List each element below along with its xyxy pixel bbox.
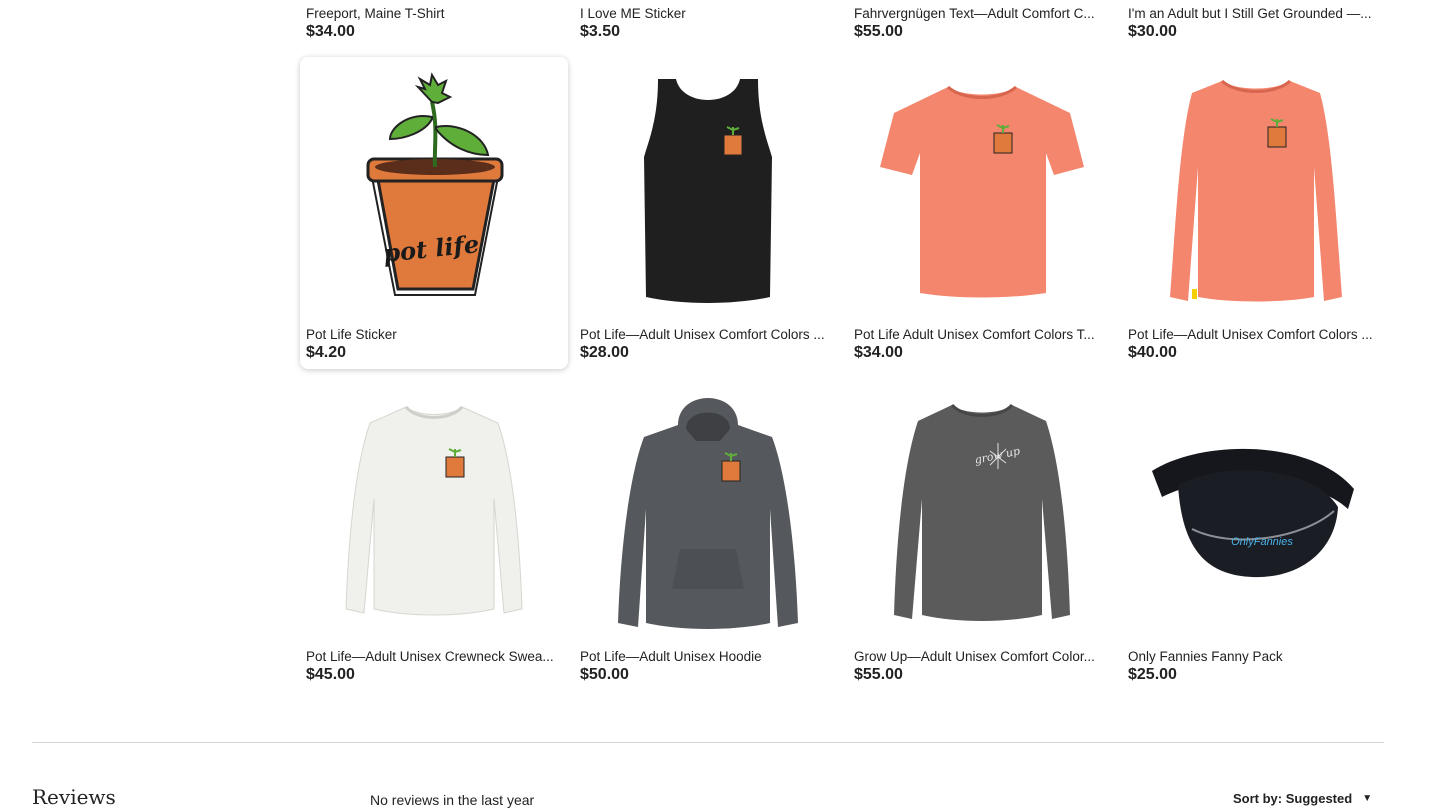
listing-title: Pot Life—Adult Unisex Comfort Colors ... — [580, 327, 825, 342]
sort-dropdown[interactable]: Sort by: Suggested ▼ — [1233, 791, 1372, 806]
listing-title: Only Fannies Fanny Pack — [1128, 649, 1283, 664]
listing-image-grey-hoodie[interactable] — [574, 379, 842, 641]
black-tank-top-image — [644, 79, 772, 303]
listing-image-black-tank-top[interactable] — [574, 57, 842, 319]
reviews-heading: Reviews — [32, 785, 116, 809]
listing-title: I'm an Adult but I Still Get Grounded —.… — [1128, 6, 1372, 21]
grey-hoodie-image — [618, 398, 798, 629]
white-crewneck-image — [345, 405, 523, 616]
listing-card[interactable]: I'm an Adult but I Still Get Grounded —.… — [1122, 0, 1390, 44]
coral-long-sleeve-image — [1170, 79, 1342, 302]
listing-title: Pot Life—Adult Unisex Comfort Colors ... — [1128, 327, 1373, 342]
listing-image-coral-t-shirt[interactable] — [848, 57, 1116, 319]
listing-card[interactable]: grow up Grow Up—Adult Unisex Comfort Col… — [848, 379, 1116, 691]
listings-row-3: Pot Life—Adult Unisex Crewneck Swea... $… — [300, 379, 1392, 691]
listing-title: Fahrvergnügen Text—Adult Comfort C... — [854, 6, 1095, 21]
listing-title: I Love ME Sticker — [580, 6, 686, 21]
listing-card[interactable]: OnlyFannies Only Fannies Fanny Pack $25.… — [1122, 379, 1390, 691]
listing-title: Freeport, Maine T-Shirt — [306, 6, 445, 21]
listing-price: $55.00 — [854, 23, 903, 40]
listing-image-grey-sweatshirt[interactable]: grow up — [848, 379, 1116, 641]
listing-card[interactable]: Pot Life Adult Unisex Comfort Colors T..… — [848, 57, 1116, 369]
pot-life-sticker-image: pot life — [366, 72, 504, 296]
fanny-pack-text: OnlyFannies — [1231, 536, 1293, 548]
grey-sweatshirt-image: grow up — [894, 403, 1070, 621]
listing-title: Pot Life Sticker — [306, 327, 397, 342]
coral-t-shirt-image — [880, 85, 1084, 298]
listing-price: $55.00 — [854, 666, 903, 683]
listing-card[interactable]: pot life Pot Life Sticker $4.20 — [300, 57, 568, 369]
listing-price: $25.00 — [1128, 666, 1177, 683]
listings-row-top: Freeport, Maine T-Shirt $34.00 I Love ME… — [300, 0, 1392, 44]
listing-price: $28.00 — [580, 344, 629, 361]
listing-price: $30.00 — [1128, 23, 1177, 40]
listing-price: $40.00 — [1128, 344, 1177, 361]
listing-price: $3.50 — [580, 23, 621, 40]
chevron-down-icon: ▼ — [1362, 793, 1373, 804]
listing-image-fanny-pack[interactable]: OnlyFannies — [1122, 379, 1390, 641]
listing-title: Pot Life Adult Unisex Comfort Colors T..… — [854, 327, 1095, 342]
listing-title: Pot Life—Adult Unisex Crewneck Swea... — [306, 649, 554, 664]
listing-title: Grow Up—Adult Unisex Comfort Color... — [854, 649, 1095, 664]
fanny-pack-image: OnlyFannies — [1152, 448, 1354, 578]
listing-image-coral-long-sleeve[interactable] — [1122, 57, 1390, 319]
listing-price: $34.00 — [306, 23, 355, 40]
listing-card[interactable]: I Love ME Sticker $3.50 — [574, 0, 842, 44]
listing-image-white-crewneck[interactable] — [300, 379, 568, 641]
listing-card[interactable]: Fahrvergnügen Text—Adult Comfort C... $5… — [848, 0, 1116, 44]
listing-price: $34.00 — [854, 344, 903, 361]
listing-card[interactable]: Pot Life—Adult Unisex Hoodie $50.00 — [574, 379, 842, 691]
listing-price: $45.00 — [306, 666, 355, 683]
listing-card[interactable]: Pot Life—Adult Unisex Comfort Colors ...… — [574, 57, 842, 369]
no-reviews-text: No reviews in the last year — [370, 792, 535, 808]
listing-price: $50.00 — [580, 666, 629, 683]
sort-label: Sort by: Suggested — [1233, 791, 1353, 806]
listing-title: Pot Life—Adult Unisex Hoodie — [580, 649, 762, 664]
section-divider — [32, 742, 1384, 743]
listing-price: $4.20 — [306, 344, 347, 361]
listing-card[interactable]: Freeport, Maine T-Shirt $34.00 — [300, 0, 568, 44]
listing-card[interactable]: Pot Life—Adult Unisex Crewneck Swea... $… — [300, 379, 568, 691]
listings-row-2: pot life Pot Life Sticker $4.20 Pot Life… — [300, 57, 1392, 369]
listing-card[interactable]: Pot Life—Adult Unisex Comfort Colors ...… — [1122, 57, 1390, 369]
listing-image-pot-life-sticker[interactable]: pot life — [300, 57, 568, 319]
